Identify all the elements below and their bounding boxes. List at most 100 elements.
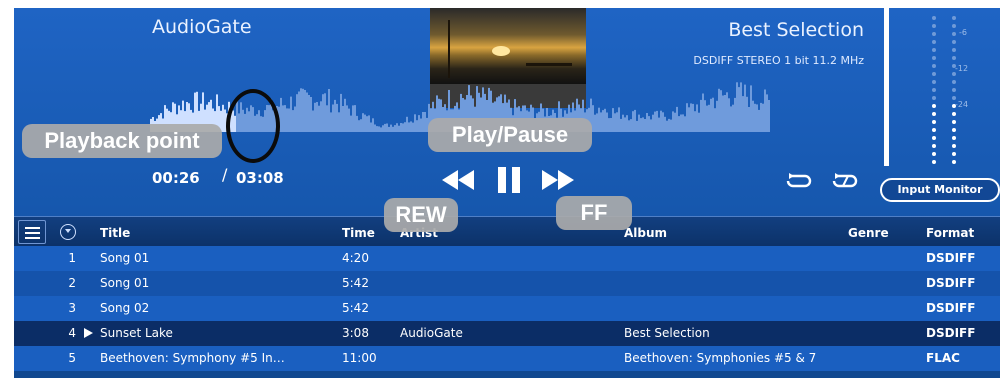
waveform-bar bbox=[324, 93, 326, 132]
waveform-bar bbox=[420, 118, 422, 132]
waveform-bar bbox=[416, 120, 418, 132]
waveform-bar bbox=[648, 116, 650, 132]
menu-button[interactable] bbox=[18, 220, 46, 244]
repeat-one-icon bbox=[832, 173, 858, 188]
waveform-bar bbox=[670, 119, 672, 132]
track-number: 4 bbox=[68, 326, 76, 340]
waveform-bar bbox=[768, 100, 770, 132]
waveform-bar bbox=[710, 98, 712, 132]
input-monitor-button[interactable]: Input Monitor bbox=[880, 178, 1000, 202]
waveform-bar bbox=[326, 105, 328, 132]
album-title: Best Selection bbox=[728, 19, 864, 41]
track-format: DSDIFF bbox=[926, 251, 976, 265]
waveform-bar bbox=[696, 104, 698, 132]
repeat-one-button[interactable] bbox=[832, 172, 858, 194]
waveform-bar bbox=[372, 118, 374, 132]
column-album[interactable]: Album bbox=[624, 226, 667, 240]
waveform-bar bbox=[314, 102, 316, 132]
waveform-bar bbox=[700, 99, 702, 132]
waveform-bar bbox=[380, 127, 382, 132]
waveform-bar bbox=[740, 82, 742, 132]
waveform-bar bbox=[614, 113, 616, 132]
waveform-bar bbox=[336, 103, 338, 132]
repeat-button[interactable] bbox=[786, 172, 812, 194]
waveform-bar bbox=[408, 122, 410, 132]
waveform-bar bbox=[412, 122, 414, 132]
waveform-bar bbox=[666, 120, 668, 132]
table-row[interactable]: 2 Song 01 5:42 DSDIFF bbox=[14, 271, 1000, 296]
waveform-bar bbox=[730, 106, 732, 132]
table-row[interactable]: 3 Song 02 5:42 DSDIFF bbox=[14, 296, 1000, 321]
track-table: Title Time Artist Album Genre Format 1 S… bbox=[14, 216, 1000, 371]
waveform-bar bbox=[660, 110, 662, 132]
waveform-bar bbox=[640, 118, 642, 132]
time-current: 00:26 bbox=[152, 169, 200, 187]
waveform-bar bbox=[690, 103, 692, 132]
waveform-bar bbox=[688, 107, 690, 132]
column-format[interactable]: Format bbox=[926, 226, 974, 240]
waveform-bar bbox=[762, 103, 764, 132]
repeat-icon bbox=[786, 173, 812, 188]
waveform-bar bbox=[708, 104, 710, 132]
waveform-bar bbox=[644, 119, 646, 132]
waveform-bar bbox=[672, 111, 674, 132]
waveform-bar bbox=[290, 96, 292, 132]
waveform-bar bbox=[634, 109, 636, 132]
fast-forward-button[interactable] bbox=[538, 166, 578, 194]
waveform-bar bbox=[748, 107, 750, 132]
waveform-bar bbox=[726, 92, 728, 132]
sort-icon[interactable] bbox=[60, 224, 76, 240]
track-time: 5:42 bbox=[342, 301, 369, 315]
fast-forward-icon bbox=[542, 170, 574, 190]
column-time[interactable]: Time bbox=[342, 226, 375, 240]
waveform-bar bbox=[360, 119, 362, 132]
waveform-bar bbox=[704, 100, 706, 132]
waveform-bar bbox=[750, 85, 752, 132]
waveform-bar bbox=[328, 89, 330, 132]
waveform-bar bbox=[638, 114, 640, 132]
waveform-bar bbox=[298, 91, 300, 132]
waveform-bar bbox=[612, 108, 614, 132]
table-header: Title Time Artist Album Genre Format bbox=[14, 216, 1000, 246]
waveform-bar bbox=[674, 112, 676, 132]
waveform-bar bbox=[622, 114, 624, 132]
waveform-bar bbox=[626, 115, 628, 132]
waveform-bar bbox=[734, 97, 736, 132]
waveform-bar bbox=[742, 96, 744, 132]
waveform-bar bbox=[662, 112, 664, 132]
table-row[interactable]: 1 Song 01 4:20 DSDIFF bbox=[14, 246, 1000, 271]
waveform-bar bbox=[642, 117, 644, 132]
level-meter-bar bbox=[884, 8, 889, 166]
waveform-bar bbox=[698, 112, 700, 132]
table-row[interactable]: 5 Beethoven: Symphony #5 In… 11:00 Beeth… bbox=[14, 346, 1000, 371]
column-title[interactable]: Title bbox=[100, 226, 130, 240]
waveform-bar bbox=[322, 94, 324, 132]
callout-playback-point: Playback point bbox=[22, 124, 222, 158]
waveform-bar bbox=[364, 114, 366, 132]
waveform-bar bbox=[294, 106, 296, 132]
waveform-bar bbox=[658, 117, 660, 132]
waveform-bar bbox=[346, 105, 348, 132]
waveform-bar bbox=[284, 105, 286, 132]
waveform-bar bbox=[378, 126, 380, 132]
waveform-bar bbox=[738, 87, 740, 132]
track-title: Sunset Lake bbox=[100, 326, 173, 340]
rewind-button[interactable] bbox=[438, 166, 478, 194]
level-meter-right bbox=[952, 16, 956, 168]
track-format: FLAC bbox=[926, 351, 960, 365]
waveform-bar bbox=[684, 116, 686, 132]
waveform-bar bbox=[386, 123, 388, 132]
play-pause-button[interactable] bbox=[492, 166, 526, 194]
waveform-bar bbox=[388, 126, 390, 132]
waveform-bar bbox=[334, 99, 336, 132]
table-row-now-playing[interactable]: 4 Sunset Lake 3:08 AudioGate Best Select… bbox=[14, 321, 1000, 346]
waveform-bar bbox=[732, 104, 734, 132]
waveform-bar bbox=[664, 116, 666, 132]
waveform-bar bbox=[320, 101, 322, 132]
waveform-bar bbox=[348, 108, 350, 132]
waveform-bar bbox=[628, 120, 630, 132]
waveform-bar bbox=[402, 123, 404, 132]
waveform-bar bbox=[292, 110, 294, 132]
rewind-icon bbox=[442, 170, 474, 190]
column-genre[interactable]: Genre bbox=[848, 226, 889, 240]
